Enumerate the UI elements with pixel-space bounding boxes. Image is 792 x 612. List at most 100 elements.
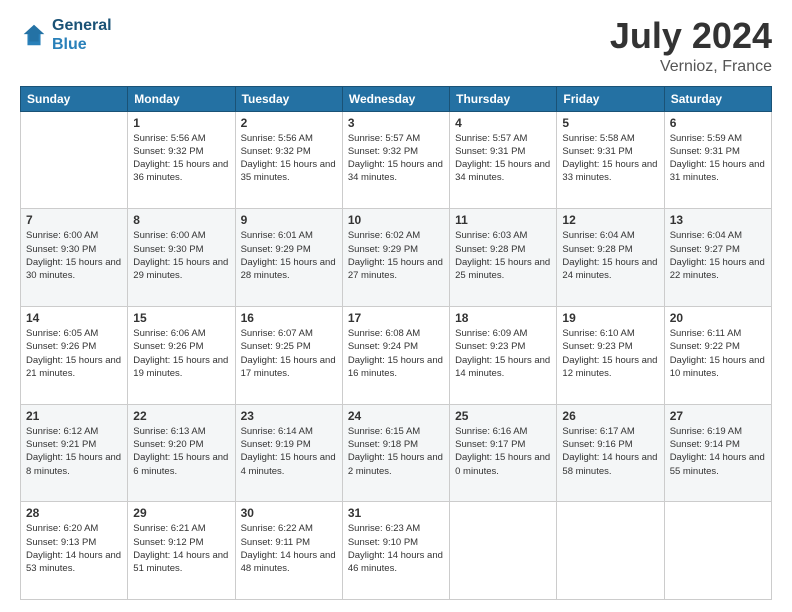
calendar-cell (21, 111, 128, 209)
calendar-cell: 6Sunrise: 5:59 AM Sunset: 9:31 PM Daylig… (664, 111, 771, 209)
day-info: Sunrise: 5:56 AM Sunset: 9:32 PM Dayligh… (241, 132, 337, 185)
calendar-cell: 18Sunrise: 6:09 AM Sunset: 9:23 PM Dayli… (450, 306, 557, 404)
day-info: Sunrise: 6:21 AM Sunset: 9:12 PM Dayligh… (133, 522, 229, 575)
calendar-cell: 22 Sunrise: 6:13 AM Sunset: 9:20 PM Dayli… (128, 404, 235, 502)
header: General Blue July 2024 Vernioz, France (20, 16, 772, 76)
day-info: Sunrise: 6:00 AM Sunset: 9:30 PM Dayligh… (133, 229, 229, 282)
day-info: Sunrise: 6:11 AM Sunset: 9:22 PM Dayligh… (670, 327, 766, 380)
calendar-week-2: 7 Sunrise: 6:00 AM Sunset: 9:30 PM Daylig… (21, 209, 772, 307)
day-info: Sunrise: 6:04 AM Sunset: 9:27 PM Dayligh… (670, 229, 766, 282)
day-info: Sunrise: 6:20 AM Sunset: 9:13 PM Dayligh… (26, 522, 122, 575)
day-info: Sunrise: 6:19 AM Sunset: 9:14 PM Dayligh… (670, 425, 766, 478)
day-info: Sunrise: 6:17 AM Sunset: 9:16 PM Dayligh… (562, 425, 658, 478)
day-info: Sunrise: 6:13 AM Sunset: 9:20 PM Dayligh… (133, 425, 229, 478)
calendar-cell: 2 Sunrise: 5:56 AM Sunset: 9:32 PM Daylig… (235, 111, 342, 209)
calendar-cell: 31Sunrise: 6:23 AM Sunset: 9:10 PM Dayli… (342, 502, 449, 600)
day-number: 2 (241, 116, 337, 130)
day-number: 19 (562, 311, 658, 325)
calendar-cell: 21 Sunrise: 6:12 AM Sunset: 9:21 PM Dayli… (21, 404, 128, 502)
day-number: 12 (562, 213, 658, 227)
day-info: Sunrise: 5:57 AM Sunset: 9:32 PM Dayligh… (348, 132, 444, 185)
day-number: 21 (26, 409, 122, 423)
page: General Blue July 2024 Vernioz, France S… (0, 0, 792, 612)
day-info: Sunrise: 5:57 AM Sunset: 9:31 PM Dayligh… (455, 132, 551, 185)
day-number: 9 (241, 213, 337, 227)
subtitle: Vernioz, France (610, 58, 772, 76)
day-number: 26 (562, 409, 658, 423)
day-info: Sunrise: 6:12 AM Sunset: 9:21 PM Dayligh… (26, 425, 122, 478)
day-info: Sunrise: 6:06 AM Sunset: 9:26 PM Dayligh… (133, 327, 229, 380)
col-wednesday: Wednesday (342, 86, 449, 111)
day-number: 15 (133, 311, 229, 325)
calendar-cell: 15 Sunrise: 6:06 AM Sunset: 9:26 PM Dayli… (128, 306, 235, 404)
calendar-cell: 1Sunrise: 5:56 AM Sunset: 9:32 PM Daylig… (128, 111, 235, 209)
calendar-table: Sunday Monday Tuesday Wednesday Thursday… (20, 86, 772, 600)
day-number: 14 (26, 311, 122, 325)
calendar-cell: 3 Sunrise: 5:57 AM Sunset: 9:32 PM Daylig… (342, 111, 449, 209)
day-info: Sunrise: 5:56 AM Sunset: 9:32 PM Dayligh… (133, 132, 229, 185)
calendar-cell: 23 Sunrise: 6:14 AM Sunset: 9:19 PM Dayli… (235, 404, 342, 502)
calendar-cell: 5 Sunrise: 5:58 AM Sunset: 9:31 PM Daylig… (557, 111, 664, 209)
day-info: Sunrise: 5:58 AM Sunset: 9:31 PM Dayligh… (562, 132, 658, 185)
calendar-cell: 20 Sunrise: 6:11 AM Sunset: 9:22 PM Dayli… (664, 306, 771, 404)
day-number: 7 (26, 213, 122, 227)
calendar-cell (557, 502, 664, 600)
day-number: 3 (348, 116, 444, 130)
day-info: Sunrise: 6:05 AM Sunset: 9:26 PM Dayligh… (26, 327, 122, 380)
day-info: Sunrise: 6:08 AM Sunset: 9:24 PM Dayligh… (348, 327, 444, 380)
calendar-header-row: Sunday Monday Tuesday Wednesday Thursday… (21, 86, 772, 111)
day-number: 30 (241, 506, 337, 520)
calendar-cell: 28 Sunrise: 6:20 AM Sunset: 9:13 PM Dayli… (21, 502, 128, 600)
day-number: 5 (562, 116, 658, 130)
calendar-week-4: 21 Sunrise: 6:12 AM Sunset: 9:21 PM Dayli… (21, 404, 772, 502)
calendar-cell: 24Sunrise: 6:15 AM Sunset: 9:18 PM Dayli… (342, 404, 449, 502)
calendar-cell: 16 Sunrise: 6:07 AM Sunset: 9:25 PM Dayli… (235, 306, 342, 404)
day-info: Sunrise: 6:22 AM Sunset: 9:11 PM Dayligh… (241, 522, 337, 575)
logo: General Blue (20, 16, 112, 54)
day-number: 8 (133, 213, 229, 227)
col-monday: Monday (128, 86, 235, 111)
day-number: 28 (26, 506, 122, 520)
calendar-cell: 8 Sunrise: 6:00 AM Sunset: 9:30 PM Daylig… (128, 209, 235, 307)
col-friday: Friday (557, 86, 664, 111)
day-info: Sunrise: 6:04 AM Sunset: 9:28 PM Dayligh… (562, 229, 658, 282)
day-number: 22 (133, 409, 229, 423)
calendar-cell (664, 502, 771, 600)
day-info: Sunrise: 6:14 AM Sunset: 9:19 PM Dayligh… (241, 425, 337, 478)
calendar-week-3: 14 Sunrise: 6:05 AM Sunset: 9:26 PM Dayli… (21, 306, 772, 404)
col-thursday: Thursday (450, 86, 557, 111)
calendar-cell: 14 Sunrise: 6:05 AM Sunset: 9:26 PM Dayli… (21, 306, 128, 404)
day-number: 10 (348, 213, 444, 227)
calendar-cell: 30 Sunrise: 6:22 AM Sunset: 9:11 PM Dayli… (235, 502, 342, 600)
day-number: 16 (241, 311, 337, 325)
day-info: Sunrise: 6:07 AM Sunset: 9:25 PM Dayligh… (241, 327, 337, 380)
calendar-cell: 19 Sunrise: 6:10 AM Sunset: 9:23 PM Dayli… (557, 306, 664, 404)
day-number: 31 (348, 506, 444, 520)
day-number: 4 (455, 116, 551, 130)
day-number: 6 (670, 116, 766, 130)
logo-text: General Blue (52, 16, 112, 54)
day-info: Sunrise: 6:01 AM Sunset: 9:29 PM Dayligh… (241, 229, 337, 282)
day-info: Sunrise: 6:03 AM Sunset: 9:28 PM Dayligh… (455, 229, 551, 282)
calendar-cell: 10Sunrise: 6:02 AM Sunset: 9:29 PM Dayli… (342, 209, 449, 307)
calendar-cell: 26 Sunrise: 6:17 AM Sunset: 9:16 PM Dayli… (557, 404, 664, 502)
calendar-cell: 25Sunrise: 6:16 AM Sunset: 9:17 PM Dayli… (450, 404, 557, 502)
day-number: 11 (455, 213, 551, 227)
col-sunday: Sunday (21, 86, 128, 111)
calendar-cell: 17 Sunrise: 6:08 AM Sunset: 9:24 PM Dayli… (342, 306, 449, 404)
calendar-week-1: 1Sunrise: 5:56 AM Sunset: 9:32 PM Daylig… (21, 111, 772, 209)
day-info: Sunrise: 6:16 AM Sunset: 9:17 PM Dayligh… (455, 425, 551, 478)
calendar-cell: 9 Sunrise: 6:01 AM Sunset: 9:29 PM Daylig… (235, 209, 342, 307)
calendar-cell: 7Sunrise: 6:00 AM Sunset: 9:30 PM Daylig… (21, 209, 128, 307)
day-info: Sunrise: 6:09 AM Sunset: 9:23 PM Dayligh… (455, 327, 551, 380)
day-number: 20 (670, 311, 766, 325)
day-number: 27 (670, 409, 766, 423)
day-number: 17 (348, 311, 444, 325)
calendar-cell: 27 Sunrise: 6:19 AM Sunset: 9:14 PM Dayli… (664, 404, 771, 502)
day-number: 29 (133, 506, 229, 520)
day-number: 24 (348, 409, 444, 423)
day-info: Sunrise: 6:10 AM Sunset: 9:23 PM Dayligh… (562, 327, 658, 380)
calendar-cell: 13Sunrise: 6:04 AM Sunset: 9:27 PM Dayli… (664, 209, 771, 307)
day-number: 23 (241, 409, 337, 423)
calendar-week-5: 28 Sunrise: 6:20 AM Sunset: 9:13 PM Dayli… (21, 502, 772, 600)
